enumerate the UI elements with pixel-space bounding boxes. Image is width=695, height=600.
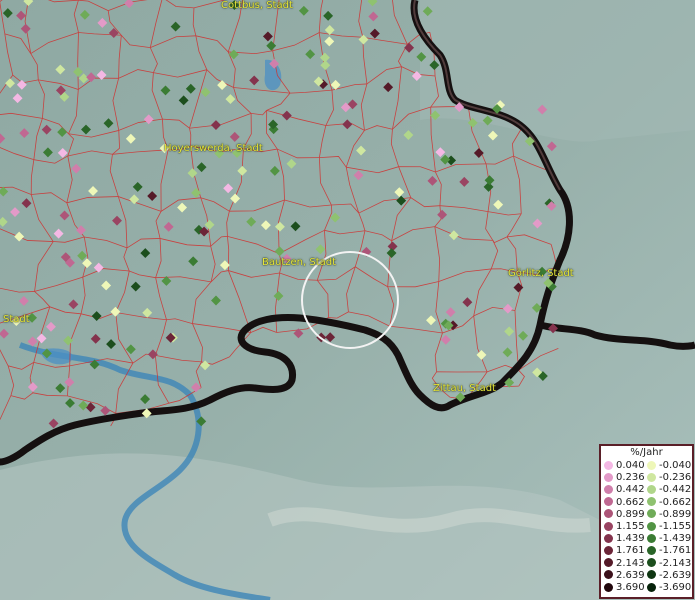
legend-swatch bbox=[647, 484, 656, 494]
legend-label: -0.442 bbox=[659, 484, 692, 496]
legend-entry-negative: -1.439 bbox=[647, 533, 691, 545]
legend-swatch bbox=[647, 570, 656, 580]
legend-swatch bbox=[604, 460, 613, 470]
legend-swatch bbox=[647, 509, 656, 519]
legend-label: -1.155 bbox=[659, 521, 692, 532]
legend-entry-positive: 0.899 bbox=[604, 509, 645, 521]
city-label-stadt: Stadt bbox=[3, 314, 30, 325]
legend-entry-negative: -0.899 bbox=[647, 509, 691, 521]
legend-swatch bbox=[647, 472, 656, 482]
legend-entry-positive: 0.040 bbox=[604, 460, 645, 472]
legend-swatch bbox=[604, 570, 613, 580]
legend-entry-negative: -1.761 bbox=[647, 545, 691, 557]
legend-title: %/Jahr bbox=[630, 447, 663, 458]
legend-entry-positive: 1.761 bbox=[604, 545, 645, 557]
legend-swatch bbox=[647, 460, 656, 470]
legend-swatch bbox=[647, 582, 656, 592]
city-label-zittau: Zittau, Stadt bbox=[433, 383, 496, 394]
city-label-bautzen: Bautzen, Stadt bbox=[262, 257, 337, 268]
legend-label: -0.899 bbox=[659, 508, 692, 520]
legend-label: -3.690 bbox=[659, 582, 692, 593]
legend-label: 3.690 bbox=[616, 582, 645, 593]
legend-entry-negative: -3.690 bbox=[647, 582, 691, 594]
legend-entry-negative: -0.236 bbox=[647, 472, 691, 484]
legend-label: 1.761 bbox=[616, 545, 645, 557]
legend-swatch bbox=[604, 521, 613, 531]
legend-label: -1.761 bbox=[659, 545, 692, 557]
legend-entry-positive: 0.442 bbox=[604, 484, 645, 496]
legend: %/Jahr 0.040 -0.040 0.236 -0.236 0.442 -0.442… bbox=[599, 444, 694, 599]
legend-entry-positive: 1.439 bbox=[604, 533, 645, 545]
legend-label: 0.442 bbox=[616, 484, 645, 496]
legend-label: -0.236 bbox=[659, 472, 692, 484]
legend-swatch bbox=[647, 545, 656, 555]
legend-swatch bbox=[604, 533, 613, 543]
legend-label: -0.040 bbox=[659, 460, 692, 471]
legend-entry-positive: 0.662 bbox=[604, 497, 645, 509]
legend-label: -2.639 bbox=[659, 569, 692, 581]
legend-label: 1.155 bbox=[616, 521, 645, 532]
legend-entry-positive: 1.155 bbox=[604, 521, 645, 533]
legend-label: 1.439 bbox=[616, 533, 645, 545]
legend-swatch bbox=[604, 472, 613, 482]
legend-entry-negative: -2.143 bbox=[647, 558, 691, 570]
legend-entry-positive: 0.236 bbox=[604, 472, 645, 484]
legend-entry-positive: 3.690 bbox=[604, 582, 645, 594]
legend-entry-negative: -2.639 bbox=[647, 570, 691, 582]
legend-swatch bbox=[647, 521, 656, 531]
legend-label: 0.236 bbox=[616, 472, 645, 484]
legend-label: 0.662 bbox=[616, 496, 645, 508]
legend-entry-negative: -0.040 bbox=[647, 460, 691, 472]
legend-entry-negative: -1.155 bbox=[647, 521, 691, 533]
legend-entry-positive: 2.143 bbox=[604, 558, 645, 570]
legend-entry-negative: -0.442 bbox=[647, 484, 691, 496]
legend-swatch bbox=[647, 558, 656, 568]
legend-swatch bbox=[604, 558, 613, 568]
legend-swatch bbox=[647, 497, 656, 507]
legend-swatch bbox=[604, 582, 613, 592]
city-label-cottbus: Cottbus, Stadt bbox=[221, 0, 293, 11]
legend-entry-negative: -0.662 bbox=[647, 497, 691, 509]
legend-swatch bbox=[604, 497, 613, 507]
legend-swatch bbox=[647, 533, 656, 543]
city-label-hoyerswerda: Hoyerswerda, Stadt bbox=[164, 143, 263, 154]
legend-label: -1.439 bbox=[659, 533, 692, 545]
legend-label: 2.639 bbox=[616, 569, 645, 581]
map-canvas[interactable] bbox=[0, 0, 695, 600]
legend-swatch bbox=[604, 545, 613, 555]
city-label-goerlitz: Görlitz, Stadt bbox=[508, 268, 574, 279]
legend-label: -0.662 bbox=[659, 496, 692, 508]
legend-swatch bbox=[604, 509, 613, 519]
legend-label: 0.040 bbox=[616, 460, 645, 471]
legend-label: 0.899 bbox=[616, 508, 645, 520]
legend-swatch bbox=[604, 484, 613, 494]
legend-label: 2.143 bbox=[616, 557, 645, 569]
map-view[interactable]: Cottbus, Stadt Hoyerswerda, Stadt Bautze… bbox=[0, 0, 695, 600]
legend-label: -2.143 bbox=[659, 557, 692, 569]
legend-entry-positive: 2.639 bbox=[604, 570, 645, 582]
